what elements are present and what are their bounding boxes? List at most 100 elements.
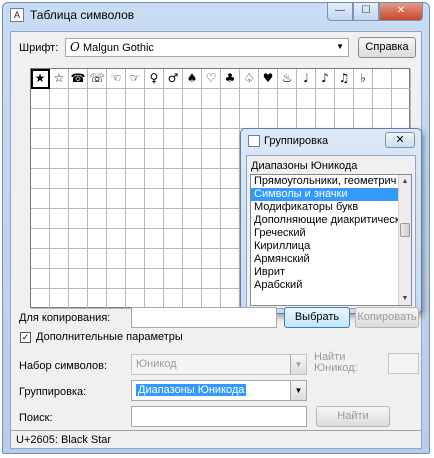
popup-close-button[interactable]: ✕ — [385, 132, 415, 148]
character-cell[interactable] — [164, 269, 183, 289]
character-cell[interactable] — [126, 109, 145, 129]
close-button[interactable]: ✕ — [379, 3, 423, 21]
character-cell[interactable] — [183, 289, 202, 309]
character-cell[interactable] — [50, 269, 69, 289]
character-cell[interactable] — [69, 109, 88, 129]
list-item[interactable]: Кириллица — [251, 240, 400, 253]
character-cell[interactable] — [202, 89, 221, 109]
character-cell[interactable] — [183, 229, 202, 249]
character-cell[interactable]: ☎ — [69, 69, 88, 89]
character-cell[interactable] — [183, 129, 202, 149]
copy-button[interactable]: Копировать — [355, 307, 419, 328]
character-cell[interactable] — [69, 129, 88, 149]
character-cell[interactable] — [88, 229, 107, 249]
list-item[interactable]: Дополняющие диакритическ — [251, 214, 400, 227]
character-cell[interactable] — [164, 249, 183, 269]
character-cell[interactable] — [297, 109, 316, 129]
character-cell[interactable]: ★ — [31, 69, 50, 89]
character-cell[interactable] — [31, 189, 50, 209]
character-cell[interactable] — [31, 209, 50, 229]
character-cell[interactable] — [69, 229, 88, 249]
character-cell[interactable] — [31, 149, 50, 169]
character-cell[interactable] — [31, 289, 50, 309]
character-cell[interactable] — [373, 109, 392, 129]
character-cell[interactable] — [88, 129, 107, 149]
character-cell[interactable] — [145, 189, 164, 209]
character-cell[interactable] — [126, 209, 145, 229]
character-cell[interactable] — [164, 109, 183, 129]
scroll-thumb[interactable] — [400, 223, 410, 237]
character-cell[interactable] — [164, 189, 183, 209]
character-cell[interactable] — [221, 209, 240, 229]
character-cell[interactable] — [107, 229, 126, 249]
list-item[interactable]: Модификаторы букв — [251, 201, 400, 214]
list-item[interactable]: Греческий — [251, 227, 400, 240]
character-cell[interactable] — [31, 109, 50, 129]
character-cell[interactable] — [164, 289, 183, 309]
find-button[interactable]: Найти — [316, 406, 390, 427]
character-cell[interactable]: ♡ — [202, 69, 221, 89]
character-cell[interactable] — [145, 209, 164, 229]
character-cell[interactable] — [202, 209, 221, 229]
character-cell[interactable] — [107, 169, 126, 189]
character-cell[interactable] — [50, 149, 69, 169]
character-cell[interactable] — [107, 269, 126, 289]
character-cell[interactable] — [202, 189, 221, 209]
select-button[interactable]: Выбрать — [284, 307, 350, 328]
character-cell[interactable] — [202, 289, 221, 309]
character-cell[interactable] — [31, 269, 50, 289]
character-cell[interactable] — [278, 109, 297, 129]
character-cell[interactable]: ☆ — [50, 69, 69, 89]
grouping-select[interactable]: Диапазоны Юникода ▼ — [131, 380, 307, 401]
character-cell[interactable]: ♭ — [354, 69, 373, 89]
character-cell[interactable] — [50, 289, 69, 309]
list-item[interactable]: Символы и значки — [251, 188, 400, 201]
character-cell[interactable] — [373, 69, 392, 89]
character-cell[interactable] — [183, 89, 202, 109]
character-cell[interactable] — [126, 89, 145, 109]
character-cell[interactable] — [50, 229, 69, 249]
help-button[interactable]: Справка — [358, 37, 416, 58]
character-cell[interactable] — [145, 249, 164, 269]
character-cell[interactable] — [202, 229, 221, 249]
character-cell[interactable] — [278, 89, 297, 109]
character-cell[interactable] — [240, 109, 259, 129]
font-select[interactable]: O Malgun Gothic ▼ — [65, 38, 349, 57]
character-cell[interactable] — [354, 89, 373, 109]
list-item[interactable]: Иврит — [251, 266, 400, 279]
character-cell[interactable] — [221, 249, 240, 269]
character-cell[interactable] — [88, 289, 107, 309]
character-cell[interactable] — [145, 169, 164, 189]
character-cell[interactable] — [126, 289, 145, 309]
character-cell[interactable] — [202, 129, 221, 149]
character-cell[interactable] — [221, 149, 240, 169]
character-cell[interactable] — [31, 249, 50, 269]
minimize-button[interactable]: — — [327, 3, 353, 21]
character-cell[interactable] — [126, 189, 145, 209]
character-cell[interactable]: ♥ — [259, 69, 278, 89]
character-cell[interactable] — [88, 109, 107, 129]
character-cell[interactable]: ♂ — [164, 69, 183, 89]
character-cell[interactable] — [221, 169, 240, 189]
character-cell[interactable] — [88, 209, 107, 229]
advanced-checkbox[interactable]: ✓ — [20, 332, 31, 343]
character-cell[interactable] — [316, 89, 335, 109]
character-cell[interactable] — [107, 289, 126, 309]
character-cell[interactable] — [50, 89, 69, 109]
character-cell[interactable]: ♀ — [145, 69, 164, 89]
search-input[interactable] — [131, 406, 307, 427]
character-cell[interactable] — [50, 169, 69, 189]
character-cell[interactable] — [50, 189, 69, 209]
character-cell[interactable] — [88, 169, 107, 189]
character-cell[interactable] — [107, 149, 126, 169]
character-cell[interactable]: ♪ — [316, 69, 335, 89]
character-cell[interactable] — [50, 109, 69, 129]
character-cell[interactable] — [107, 129, 126, 149]
character-cell[interactable]: ♩ — [297, 69, 316, 89]
character-cell[interactable] — [221, 189, 240, 209]
character-cell[interactable] — [183, 249, 202, 269]
character-cell[interactable] — [107, 209, 126, 229]
character-cell[interactable]: ☜ — [107, 69, 126, 89]
character-cell[interactable] — [88, 89, 107, 109]
character-cell[interactable] — [221, 269, 240, 289]
